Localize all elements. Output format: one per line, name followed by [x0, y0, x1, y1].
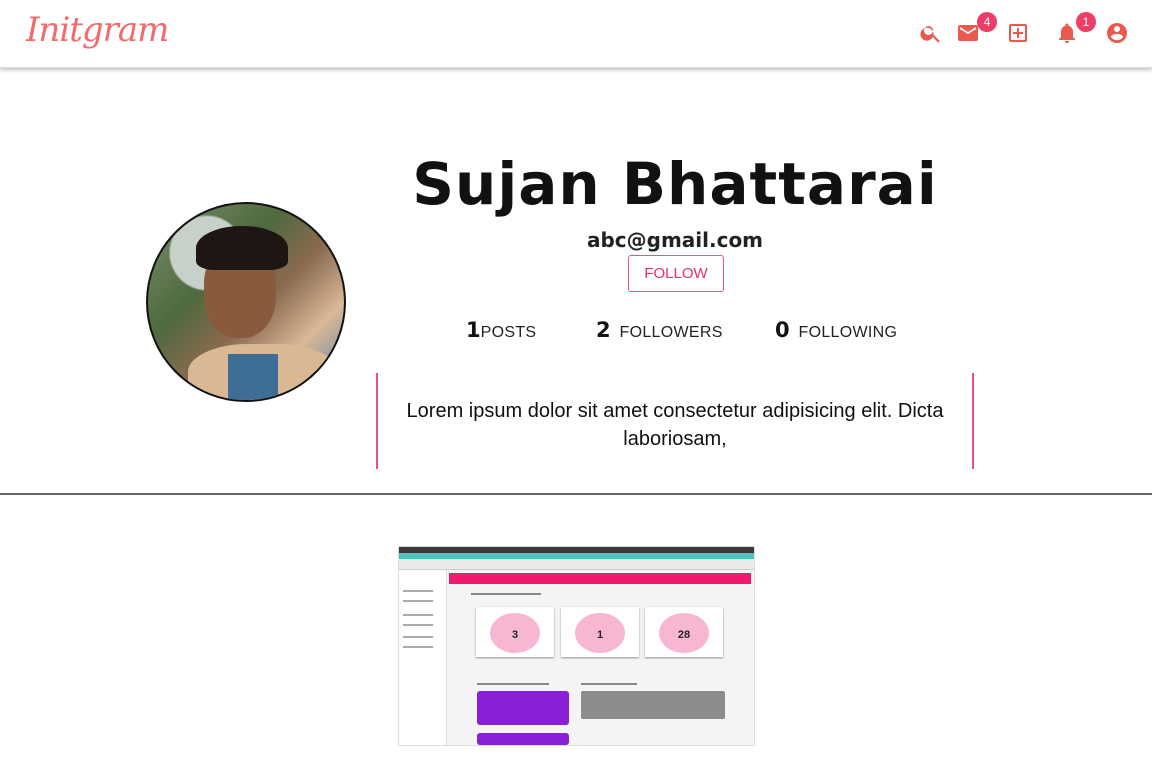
account-button[interactable]	[1104, 20, 1130, 46]
notifications-button[interactable]: 1	[1054, 12, 1096, 46]
top-app-bar: Initgram 4 1	[0, 0, 1152, 68]
notifications-badge: 1	[1076, 12, 1096, 32]
messages-badge: 4	[977, 12, 997, 32]
search-icon	[920, 26, 940, 43]
profile-email: abc@gmail.com	[586, 228, 764, 252]
add-box-icon	[1009, 24, 1027, 42]
bio-text: Lorem ipsum dolor sit amet consectetur a…	[406, 400, 944, 450]
post-card: 3	[476, 607, 554, 657]
following-label: FOLLOWING	[798, 324, 898, 341]
post-card: 28	[645, 607, 723, 657]
profile-avatar[interactable]	[146, 202, 346, 402]
followers-count: 2	[596, 318, 611, 342]
follow-button[interactable]: FOLLOW	[628, 255, 724, 292]
messages-button[interactable]: 4	[955, 12, 997, 46]
section-divider	[0, 493, 1152, 495]
app-logo[interactable]: Initgram	[26, 10, 169, 50]
post-thumbnail[interactable]: 3 1 28	[398, 546, 755, 746]
posts-count: 1	[466, 318, 481, 342]
followers-label: FOLLOWERS	[619, 324, 723, 341]
posts-stat[interactable]: 1POSTS	[466, 318, 536, 342]
create-post-button[interactable]	[1005, 20, 1031, 46]
profile-name: Sujan Bhattarai	[412, 150, 938, 218]
followers-stat[interactable]: 2 FOLLOWERS	[596, 318, 723, 342]
profile-bio: Lorem ipsum dolor sit amet consectetur a…	[376, 373, 974, 469]
search-button[interactable]	[918, 20, 944, 46]
account-circle-icon	[1107, 23, 1127, 43]
following-stat[interactable]: 0 FOLLOWING	[775, 318, 897, 342]
post-card: 1	[561, 607, 639, 657]
posts-label: POSTS	[480, 324, 537, 341]
following-count: 0	[775, 318, 790, 342]
